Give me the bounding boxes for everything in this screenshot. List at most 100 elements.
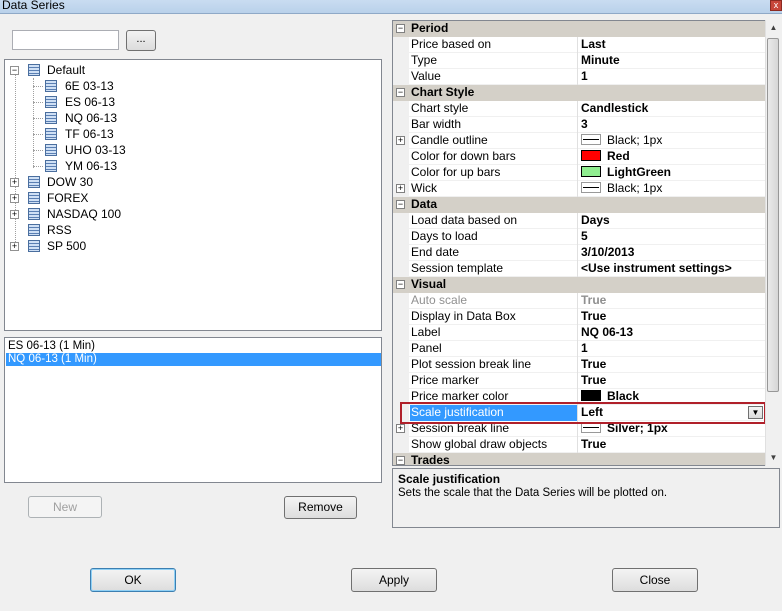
property-row[interactable]: Chart style Candlestick [393, 101, 765, 117]
category-period[interactable]: − Period [393, 21, 765, 37]
property-value[interactable]: 3/10/2013 [581, 245, 765, 261]
property-row[interactable]: Color for down bars Red [393, 149, 765, 165]
property-row[interactable]: Price based on Last [393, 37, 765, 53]
property-row[interactable]: Label NQ 06-13 [393, 325, 765, 341]
property-row[interactable]: Load data based on Days [393, 213, 765, 229]
property-value[interactable]: True [581, 373, 765, 389]
property-value[interactable]: NQ 06-13 [581, 325, 765, 341]
tree-node-instrument[interactable]: ES 06-13 [45, 94, 145, 110]
expand-icon[interactable]: + [10, 194, 19, 203]
new-button[interactable]: New [28, 496, 102, 518]
property-value[interactable]: Black [581, 389, 765, 405]
expand-icon[interactable]: + [10, 210, 19, 219]
tree-node-group[interactable]: + FOREX [10, 190, 130, 206]
property-value[interactable]: Red [581, 149, 765, 165]
collapse-icon[interactable]: − [396, 200, 405, 209]
scrollbar-thumb[interactable] [767, 38, 779, 392]
tree-node-instrument[interactable]: TF 06-13 [45, 126, 145, 142]
property-row[interactable]: Type Minute [393, 53, 765, 69]
property-row[interactable]: Plot session break line True [393, 357, 765, 373]
expand-icon[interactable]: + [396, 424, 405, 433]
tree-node-label: RSS [47, 223, 72, 237]
property-row[interactable]: Days to load 5 [393, 229, 765, 245]
property-value[interactable]: True [581, 437, 765, 453]
property-row[interactable]: + Candle outline Black; 1px [393, 133, 765, 149]
line-style-swatch [581, 134, 601, 146]
property-value[interactable]: Days [581, 213, 765, 229]
apply-button[interactable]: Apply [351, 568, 437, 592]
scale-justification-select[interactable]: Left ▼ [581, 405, 765, 421]
category-visual[interactable]: − Visual [393, 277, 765, 293]
property-row[interactable]: Display in Data Box True [393, 309, 765, 325]
tree-node-group[interactable]: + NASDAQ 100 [10, 206, 150, 222]
property-value[interactable]: Black; 1px [581, 181, 765, 197]
scroll-up-icon[interactable]: ▲ [766, 20, 781, 36]
property-value[interactable]: LightGreen [581, 165, 765, 181]
collapse-icon[interactable]: − [396, 24, 405, 33]
close-window-button[interactable]: x [770, 0, 782, 11]
tree-node-default[interactable]: − Default [10, 62, 130, 78]
property-grid-scrollbar[interactable]: ▲ ▼ [765, 20, 780, 466]
property-value[interactable]: 1 [581, 341, 765, 357]
property-value[interactable]: True [581, 357, 765, 373]
remove-button[interactable]: Remove [284, 496, 357, 519]
expand-icon[interactable]: + [10, 242, 19, 251]
property-value[interactable]: 3 [581, 117, 765, 133]
property-row[interactable]: Panel 1 [393, 341, 765, 357]
category-chart-style[interactable]: − Chart Style [393, 85, 765, 101]
tree-node-instrument[interactable]: 6E 03-13 [45, 78, 145, 94]
property-value[interactable]: Candlestick [581, 101, 765, 117]
tree-node-instrument[interactable]: NQ 06-13 [45, 110, 145, 126]
property-value[interactable]: 5 [581, 229, 765, 245]
list-item[interactable]: ES 06-13 (1 Min) [6, 340, 381, 353]
scroll-down-icon[interactable]: ▼ [766, 450, 781, 466]
folder-list-icon [28, 240, 40, 252]
property-value[interactable]: 1 [581, 69, 765, 85]
property-row[interactable]: + Wick Black; 1px [393, 181, 765, 197]
expand-icon[interactable]: + [10, 178, 19, 187]
property-grid[interactable]: − Period Price based on Last Type Minute… [392, 20, 780, 466]
property-value[interactable]: Black; 1px [581, 133, 765, 149]
window-title: Data Series [2, 0, 65, 12]
tree-node-label: FOREX [47, 191, 89, 205]
property-value[interactable]: Minute [581, 53, 765, 69]
instrument-tree[interactable]: − Default 6E 03-13 ES 06-13 NQ 06-13 TF … [4, 59, 382, 331]
data-series-list[interactable]: ES 06-13 (1 Min) NQ 06-13 (1 Min) [4, 337, 382, 483]
property-row[interactable]: + Session break line Silver; 1px [393, 421, 765, 437]
property-row[interactable]: Color for up bars LightGreen [393, 165, 765, 181]
property-row[interactable]: Show global draw objects True [393, 437, 765, 453]
collapse-icon[interactable]: − [396, 88, 405, 97]
tree-node-group[interactable]: + SP 500 [10, 238, 130, 254]
dropdown-arrow-icon[interactable]: ▼ [748, 406, 763, 419]
category-data[interactable]: − Data [393, 197, 765, 213]
tree-node-group[interactable]: + DOW 30 [10, 174, 130, 190]
category-trades[interactable]: − Trades [393, 453, 765, 465]
expand-icon[interactable]: + [396, 184, 405, 193]
tree-node-instrument[interactable]: UHO 03-13 [45, 142, 145, 158]
property-value[interactable]: Silver; 1px [581, 421, 765, 437]
property-row[interactable]: End date 3/10/2013 [393, 245, 765, 261]
property-row[interactable]: Price marker True [393, 373, 765, 389]
property-value-text: Black; 1px [607, 133, 663, 147]
expand-icon[interactable]: + [396, 136, 405, 145]
property-value[interactable]: Last [581, 37, 765, 53]
collapse-icon[interactable]: − [10, 66, 19, 75]
property-row-selected[interactable]: Scale justification Left ▼ [393, 405, 765, 421]
browse-button[interactable]: ... [126, 30, 156, 51]
tree-node-instrument[interactable]: YM 06-13 [45, 158, 145, 174]
instrument-search-input[interactable] [12, 30, 119, 50]
property-value[interactable]: <Use instrument settings> [581, 261, 765, 277]
property-row[interactable]: Price marker color Black [393, 389, 765, 405]
close-button[interactable]: Close [612, 568, 698, 592]
collapse-icon[interactable]: − [396, 456, 405, 465]
property-name: Price marker color [410, 389, 578, 405]
property-value[interactable]: True [581, 309, 765, 325]
tree-node-group[interactable]: RSS [10, 222, 130, 238]
property-row[interactable]: Bar width 3 [393, 117, 765, 133]
property-row[interactable]: Session template <Use instrument setting… [393, 261, 765, 277]
ok-button[interactable]: OK [90, 568, 176, 592]
list-item-selected[interactable]: NQ 06-13 (1 Min) [6, 353, 381, 366]
tree-node-label: YM 06-13 [65, 159, 118, 173]
collapse-icon[interactable]: − [396, 280, 405, 289]
property-row[interactable]: Value 1 [393, 69, 765, 85]
